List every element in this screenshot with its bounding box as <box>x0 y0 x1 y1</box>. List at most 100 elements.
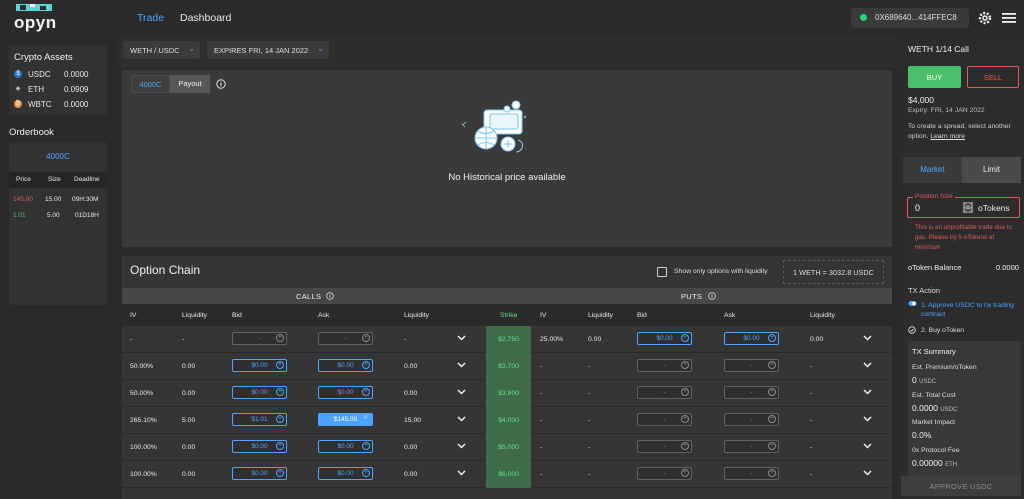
call-bid-input[interactable]: $0.00 + <box>232 467 287 480</box>
call-liquidity: - <box>182 336 185 343</box>
plus-icon[interactable]: + <box>362 388 370 396</box>
nav-dashboard[interactable]: Dashboard <box>180 12 231 24</box>
plus-icon[interactable]: + <box>768 415 776 423</box>
table-row[interactable]: 100.00% 0.00 $0.00 + $0.00 + 0.00 $5,000 -… <box>122 434 892 461</box>
put-ask-input[interactable]: - + <box>724 359 779 372</box>
strike-cell[interactable]: $3,900 <box>486 380 531 407</box>
strike-cell[interactable]: $3,700 <box>486 353 531 380</box>
orderbook-row[interactable]: 145.00 15.00 09H:30M <box>9 192 107 206</box>
plus-icon[interactable]: + <box>681 334 689 342</box>
plus-icon[interactable]: + <box>768 361 776 369</box>
call-bid-input[interactable]: $0.00 + <box>232 440 287 453</box>
tx-step-approve[interactable]: 1. Approve USDC to 0x trading contract <box>921 301 1021 319</box>
plus-icon[interactable]: + <box>768 388 776 396</box>
tab-market[interactable]: Market <box>903 157 962 183</box>
plus-icon[interactable]: + <box>276 442 284 450</box>
chevron-down-icon[interactable] <box>863 416 872 422</box>
plus-icon[interactable]: + <box>362 469 370 477</box>
put-bid-input[interactable]: - + <box>637 386 692 399</box>
put-bid-input[interactable]: $0.00 + <box>637 332 692 345</box>
gear-icon[interactable] <box>978 11 992 25</box>
put-ask-input[interactable]: - + <box>724 440 779 453</box>
orderbook-col-size: Size <box>48 176 61 183</box>
call-ask-input-selected[interactable]: $145.00 ✓ <box>318 413 373 426</box>
buy-button[interactable]: BUY <box>908 66 961 88</box>
plus-icon[interactable]: + <box>276 334 284 342</box>
sell-button[interactable]: SELL <box>967 66 1019 88</box>
plus-icon[interactable]: + <box>362 442 370 450</box>
tab-strike-chart[interactable]: 4000C <box>131 75 170 93</box>
put-liquidity: - <box>588 417 591 424</box>
call-bid-input[interactable]: $0.00 + <box>232 359 287 372</box>
chevron-down-icon[interactable] <box>457 443 466 449</box>
plus-icon[interactable]: + <box>768 469 776 477</box>
plus-icon[interactable]: + <box>276 361 284 369</box>
table-row[interactable]: - - - + - + - $2,750 25.00% 0.00 $0.00 + $0… <box>122 326 892 353</box>
info-icon[interactable] <box>216 79 226 89</box>
approve-usdc-button[interactable]: APPROVE USDC <box>901 476 1021 496</box>
put-bid-input[interactable]: - + <box>637 440 692 453</box>
info-icon[interactable] <box>708 292 716 300</box>
learn-more-link[interactable]: Learn more <box>930 133 965 140</box>
plus-icon[interactable]: + <box>681 361 689 369</box>
liquidity-checkbox[interactable] <box>657 267 667 277</box>
stepper-icon[interactable] <box>963 202 973 213</box>
put-ask-input[interactable]: - + <box>724 386 779 399</box>
call-ask-input[interactable]: $0.00 + <box>318 467 373 480</box>
chevron-down-icon[interactable] <box>457 335 466 341</box>
opyn-logo[interactable]: opyn <box>14 4 56 32</box>
table-row[interactable]: 100.00% 0.00 $0.00 + $0.00 + 0.00 $6,000 -… <box>122 461 892 488</box>
strike-cell[interactable]: $2,750 <box>486 326 531 353</box>
pair-select[interactable]: WETH / USDC ⌄ <box>123 41 200 59</box>
table-row[interactable]: 50.00% 0.00 $0.00 + $0.00 + 0.00 $3,700 - … <box>122 353 892 380</box>
tab-limit[interactable]: Limit <box>962 157 1021 183</box>
table-row[interactable]: 50.00% 0.00 $0.00 + $0.00 + 0.00 $3,900 - … <box>122 380 892 407</box>
orderbook-row[interactable]: 1.01 5.00 01D18H <box>9 208 107 222</box>
wallet-button[interactable]: 0X689640...414FFEC8 <box>851 8 969 28</box>
position-size-value[interactable]: 0 <box>915 203 920 213</box>
expiry-select[interactable]: EXPIRES FRI, 14 JAN 2022 ⌄ <box>207 41 329 59</box>
info-icon[interactable] <box>326 292 334 300</box>
put-bid-input[interactable]: - + <box>637 467 692 480</box>
table-row[interactable]: 265.10% 5.00 $1.01 + $145.00 ✓ 15.00 $4,00… <box>122 407 892 434</box>
chevron-down-icon[interactable] <box>457 389 466 395</box>
chevron-down-icon[interactable] <box>863 389 872 395</box>
plus-icon[interactable]: + <box>362 361 370 369</box>
strike-cell[interactable]: $4,000 <box>486 407 531 434</box>
plus-icon[interactable]: + <box>276 415 284 423</box>
call-ask-input[interactable]: $0.00 + <box>318 440 373 453</box>
call-bid-input[interactable]: $0.00 + <box>232 386 287 399</box>
nav-trade[interactable]: Trade <box>137 12 164 24</box>
call-ask-input[interactable]: $0.00 + <box>318 359 373 372</box>
chevron-down-icon[interactable] <box>457 470 466 476</box>
chevron-down-icon[interactable] <box>457 416 466 422</box>
chevron-down-icon[interactable] <box>863 470 872 476</box>
call-bid-input[interactable]: - + <box>232 332 287 345</box>
plus-icon[interactable]: + <box>681 415 689 423</box>
strike-cell[interactable]: $5,000 <box>486 434 531 461</box>
plus-icon[interactable]: + <box>681 388 689 396</box>
put-bid-input[interactable]: - + <box>637 413 692 426</box>
plus-icon[interactable]: + <box>768 334 776 342</box>
call-bid-input[interactable]: $1.01 + <box>232 413 287 426</box>
call-ask-input[interactable]: - + <box>318 332 373 345</box>
chevron-down-icon[interactable] <box>863 335 872 341</box>
put-bid-input[interactable]: - + <box>637 359 692 372</box>
menu-icon[interactable] <box>1002 12 1016 24</box>
plus-icon[interactable]: + <box>276 388 284 396</box>
chevron-down-icon[interactable] <box>863 362 872 368</box>
plus-icon[interactable]: + <box>681 442 689 450</box>
strike-cell[interactable]: $6,000 <box>486 461 531 488</box>
chevron-down-icon[interactable] <box>457 362 466 368</box>
liquidity-checkbox-label[interactable]: Show only options with liquidity <box>674 268 768 275</box>
call-ask-input[interactable]: $0.00 + <box>318 386 373 399</box>
plus-icon[interactable]: + <box>681 469 689 477</box>
put-ask-input[interactable]: $0.00 + <box>724 332 779 345</box>
plus-icon[interactable]: + <box>768 442 776 450</box>
plus-icon[interactable]: + <box>276 469 284 477</box>
put-ask-input[interactable]: - + <box>724 467 779 480</box>
plus-icon[interactable]: + <box>362 334 370 342</box>
put-ask-input[interactable]: - + <box>724 413 779 426</box>
chevron-down-icon[interactable] <box>863 443 872 449</box>
tab-payout[interactable]: Payout <box>170 75 210 93</box>
